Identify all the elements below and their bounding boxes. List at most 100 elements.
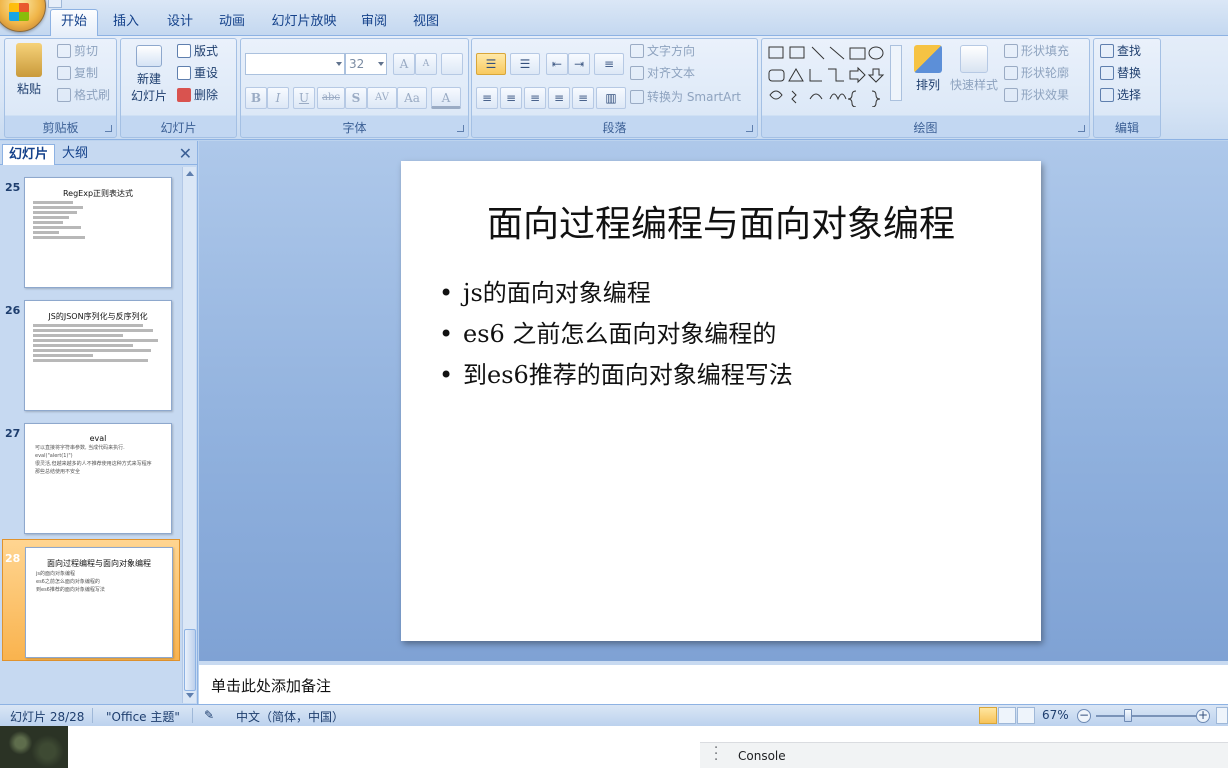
- slide-title[interactable]: 面向过程编程与面向对象编程: [401, 195, 1041, 247]
- cut-button[interactable]: 剪切: [57, 41, 98, 61]
- slide-thumbnail-28[interactable]: 28 面向过程编程与面向对象编程 js的面向对象编程 es6之前怎么面向对象编程…: [2, 539, 180, 661]
- slide-bullet[interactable]: es6 之前怎么面向对象编程的: [439, 314, 793, 355]
- tab-animations[interactable]: 动画: [210, 10, 254, 36]
- tab-review[interactable]: 审阅: [352, 10, 396, 36]
- strikethrough-button[interactable]: abc: [317, 87, 345, 109]
- slide-thumbnail-27[interactable]: 27 eval 可以直接将字符串参数, 当成代码来执行. eval("alert…: [2, 417, 180, 537]
- distributed-button[interactable]: ≡: [572, 87, 594, 109]
- smartart-button[interactable]: 转换为 SmartArt: [630, 87, 741, 107]
- new-slide-button[interactable]: 新建 幻灯片: [125, 45, 173, 104]
- columns-button[interactable]: ▥: [596, 87, 626, 109]
- more-options-icon[interactable]: · · ·: [714, 742, 718, 767]
- slide-sorter-view-icon[interactable]: [998, 707, 1016, 724]
- align-right-button[interactable]: ≡: [524, 87, 546, 109]
- format-painter-button[interactable]: 格式刷: [57, 85, 110, 105]
- spell-check-icon[interactable]: ✎: [204, 708, 214, 722]
- zoom-slider-handle[interactable]: [1123, 709, 1132, 722]
- shape-outline-button[interactable]: 形状轮廓: [1004, 63, 1069, 83]
- shape-effects-button[interactable]: 形状效果: [1004, 85, 1069, 105]
- bold-button[interactable]: B: [245, 87, 267, 109]
- zoom-slider[interactable]: [1096, 715, 1196, 717]
- scroll-thumb[interactable]: [184, 629, 196, 691]
- paste-icon: [16, 43, 42, 77]
- underline-button[interactable]: U: [293, 87, 315, 109]
- shape-fill-button[interactable]: 形状填充: [1004, 41, 1069, 61]
- slide-bullet[interactable]: 到es6推荐的面向对象编程写法: [439, 355, 793, 396]
- devtools-console-drawer[interactable]: · · · Console: [700, 742, 1228, 768]
- thumbnail-line: [33, 226, 81, 229]
- zoom-in-icon[interactable]: +: [1196, 709, 1210, 723]
- tab-slides[interactable]: 幻灯片: [2, 144, 56, 165]
- drawing-group: 排列 快速样式 形状填充 形状轮廓 形状效果 绘图: [761, 38, 1090, 138]
- reset-button[interactable]: 重设: [177, 63, 218, 83]
- quick-access-toolbar[interactable]: [48, 0, 62, 8]
- shapes-gallery[interactable]: [766, 43, 906, 108]
- align-left-button[interactable]: ≡: [476, 87, 498, 109]
- clear-format-icon[interactable]: [441, 53, 463, 75]
- tab-home[interactable]: 开始: [50, 9, 98, 37]
- scroll-up-icon[interactable]: [186, 171, 194, 176]
- tab-design[interactable]: 设计: [158, 10, 202, 36]
- bullets-button[interactable]: ☰: [476, 53, 506, 75]
- font-family-select[interactable]: [245, 53, 345, 75]
- grow-font-button[interactable]: A: [393, 53, 415, 75]
- line-spacing-button[interactable]: ≡: [594, 53, 624, 75]
- close-icon[interactable]: ✕: [179, 145, 192, 163]
- binoculars-icon: [1100, 44, 1114, 58]
- copy-button[interactable]: 复制: [57, 63, 98, 83]
- arrange-button[interactable]: 排列: [908, 45, 948, 93]
- office-logo-icon: [9, 3, 29, 21]
- clipboard-launcher-icon[interactable]: [105, 125, 112, 132]
- font-size-select[interactable]: 32: [345, 53, 387, 75]
- shadow-button[interactable]: S: [345, 87, 367, 109]
- office-button[interactable]: [0, 0, 46, 32]
- slide-thumbnail-25[interactable]: 25 RegExp正则表达式: [2, 171, 180, 291]
- current-slide[interactable]: 面向过程编程与面向对象编程 js的面向对象编程 es6 之前怎么面向对象编程的 …: [401, 161, 1041, 641]
- layout-button[interactable]: 版式: [177, 41, 218, 61]
- justify-button[interactable]: ≡: [548, 87, 570, 109]
- quick-styles-button[interactable]: 快速样式: [948, 45, 1000, 93]
- italic-button[interactable]: I: [267, 87, 289, 109]
- paragraph-launcher-icon[interactable]: [746, 125, 753, 132]
- normal-view-icon[interactable]: [979, 707, 997, 724]
- scroll-down-icon[interactable]: [186, 693, 194, 698]
- console-tab[interactable]: Console: [738, 749, 786, 763]
- slide-bullet[interactable]: js的面向对象编程: [439, 273, 793, 314]
- char-spacing-button[interactable]: AV: [367, 87, 397, 109]
- replace-button[interactable]: 替换: [1100, 63, 1141, 83]
- shrink-font-button[interactable]: A: [415, 53, 437, 75]
- find-button[interactable]: 查找: [1100, 41, 1141, 61]
- text-direction-icon: [630, 44, 644, 58]
- thumbnail-scrollbar[interactable]: [182, 167, 196, 703]
- thumbnail-text: 到es6推荐的面向对象编程写法: [36, 587, 105, 593]
- slideshow-view-icon[interactable]: [1017, 707, 1035, 724]
- change-case-button[interactable]: Aa: [397, 87, 427, 109]
- text-direction-button[interactable]: 文字方向: [630, 41, 695, 61]
- slide-editing-area: 面向过程编程与面向对象编程 js的面向对象编程 es6 之前怎么面向对象编程的 …: [199, 141, 1228, 661]
- font-color-button[interactable]: A: [431, 87, 461, 109]
- notes-pane[interactable]: 单击此处添加备注: [199, 661, 1228, 704]
- decrease-indent-button[interactable]: ⇤: [546, 53, 568, 75]
- zoom-level[interactable]: 67%: [1042, 708, 1069, 722]
- shapes-scroll[interactable]: [890, 45, 902, 101]
- delete-slide-button[interactable]: 删除: [177, 85, 218, 105]
- zoom-out-icon[interactable]: −: [1077, 709, 1091, 723]
- select-button[interactable]: 选择: [1100, 85, 1141, 105]
- tab-insert[interactable]: 插入: [104, 10, 148, 36]
- align-center-button[interactable]: ≡: [500, 87, 522, 109]
- numbering-button[interactable]: ☰: [510, 53, 540, 75]
- font-launcher-icon[interactable]: [457, 125, 464, 132]
- ribbon-tab-bar: 开始 插入 设计 动画 幻灯片放映 审阅 视图: [0, 0, 1228, 37]
- align-text-button[interactable]: 对齐文本: [630, 63, 695, 83]
- paste-button[interactable]: 粘贴: [9, 43, 49, 97]
- slide-bullet-list[interactable]: js的面向对象编程 es6 之前怎么面向对象编程的 到es6推荐的面向对象编程写…: [439, 273, 793, 396]
- drawing-launcher-icon[interactable]: [1078, 125, 1085, 132]
- language-indicator[interactable]: 中文（简体，中国）: [236, 708, 344, 725]
- font-group-label: 字体: [342, 121, 367, 135]
- fit-window-icon[interactable]: [1216, 707, 1228, 724]
- increase-indent-button[interactable]: ⇥: [568, 53, 590, 75]
- tab-view[interactable]: 视图: [404, 10, 448, 36]
- tab-outline[interactable]: 大纲: [56, 144, 94, 165]
- slide-thumbnail-26[interactable]: 26 JS的JSON序列化与反序列化: [2, 294, 180, 414]
- tab-slideshow[interactable]: 幻灯片放映: [266, 10, 342, 36]
